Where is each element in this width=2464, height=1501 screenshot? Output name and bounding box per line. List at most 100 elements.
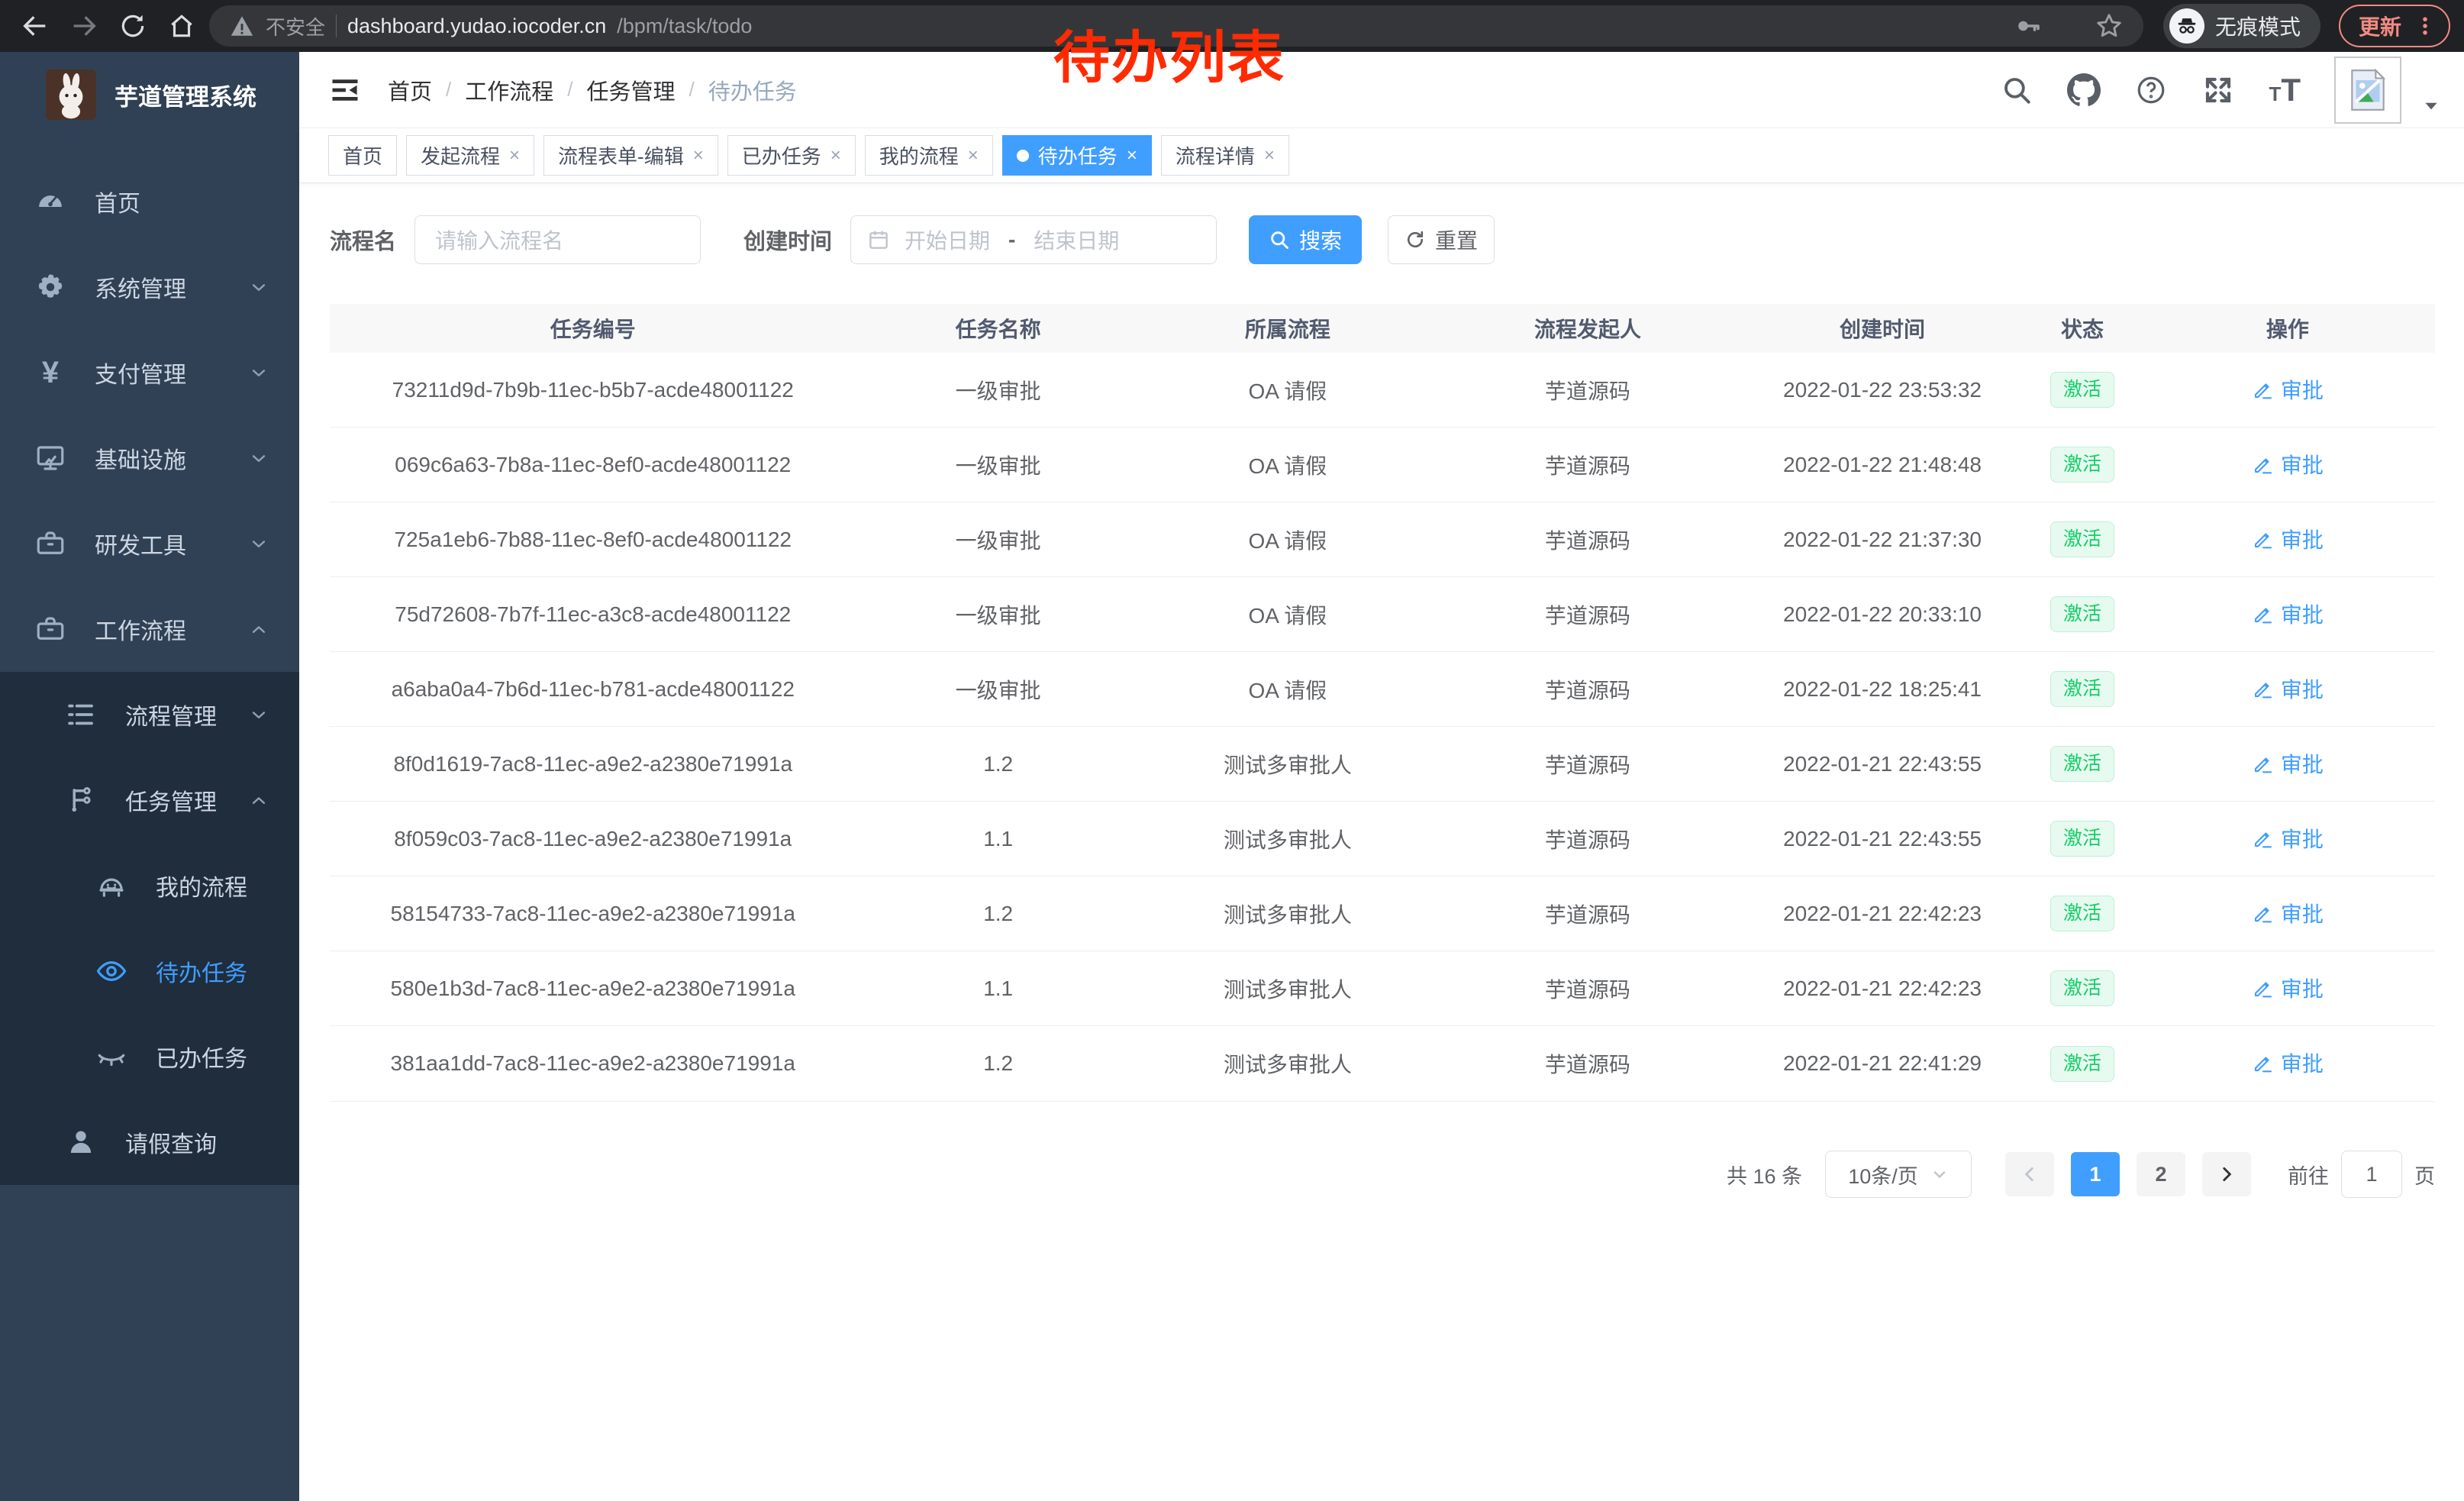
sidebar-item-5[interactable]: 工作流程 bbox=[0, 586, 299, 672]
chevron-up-icon bbox=[247, 789, 270, 812]
pagination: 共 16 条 10条/页 12 前往 1 页 bbox=[330, 1151, 2435, 1198]
edit-icon bbox=[2252, 827, 2275, 850]
yen-icon: ¥ bbox=[34, 356, 67, 389]
sidebar-item-8[interactable]: 我的流程 bbox=[0, 843, 299, 928]
page-button-2[interactable]: 2 bbox=[2137, 1152, 2185, 1196]
cell-time: 2022-01-22 18:25:41 bbox=[1740, 677, 2024, 702]
reload-icon[interactable] bbox=[111, 5, 154, 47]
date-range-input[interactable]: 开始日期 - 结束日期 bbox=[850, 215, 1217, 264]
caret-down-icon[interactable] bbox=[2421, 95, 2441, 115]
start-date-placeholder: 开始日期 bbox=[905, 224, 990, 255]
tab-6[interactable]: 流程详情× bbox=[1161, 135, 1289, 176]
cell-process: 测试多审批人 bbox=[1140, 973, 1435, 1004]
tab-close-icon[interactable]: × bbox=[830, 147, 841, 165]
approve-link[interactable]: 审批 bbox=[2252, 748, 2324, 779]
edit-icon bbox=[2252, 976, 2275, 999]
sidebar-item-3[interactable]: 基础设施 bbox=[0, 415, 299, 501]
process-name-input[interactable]: 请输入流程名 bbox=[414, 215, 701, 264]
sidebar-item-label: 系统管理 bbox=[95, 270, 186, 304]
sidebar-item-11[interactable]: 请假查询 bbox=[0, 1099, 299, 1185]
tab-3[interactable]: 已办任务× bbox=[727, 135, 856, 176]
avatar[interactable] bbox=[2334, 56, 2401, 124]
cell-starter: 芋道源码 bbox=[1435, 525, 1740, 555]
update-button[interactable]: 更新 bbox=[2339, 5, 2450, 47]
cell-starter: 芋道源码 bbox=[1435, 375, 1740, 405]
gear-icon bbox=[34, 270, 67, 304]
breadcrumb-item-0[interactable]: 首页 bbox=[388, 74, 432, 106]
tab-0[interactable]: 首页 bbox=[328, 135, 397, 176]
search-icon[interactable] bbox=[2000, 73, 2033, 107]
cell-id: a6aba0a4-7b6d-11ec-b781-acde48001122 bbox=[330, 677, 856, 702]
page-size-select[interactable]: 10条/页 bbox=[1825, 1151, 1972, 1198]
search-button[interactable]: 搜索 bbox=[1249, 215, 1362, 264]
breadcrumb-item-2[interactable]: 任务管理 bbox=[587, 74, 676, 106]
key-icon[interactable] bbox=[2015, 12, 2043, 40]
sidebar-item-1[interactable]: 系统管理 bbox=[0, 244, 299, 330]
tab-close-icon[interactable]: × bbox=[1127, 147, 1137, 165]
goto-page-input[interactable]: 1 bbox=[2341, 1151, 2402, 1198]
cell-time: 2022-01-22 23:53:32 bbox=[1740, 378, 2024, 402]
gauge-icon bbox=[34, 185, 67, 218]
tab-2[interactable]: 流程表单-编辑× bbox=[543, 135, 718, 176]
approve-label: 审批 bbox=[2281, 599, 2324, 629]
sidebar-item-6[interactable]: 流程管理 bbox=[0, 672, 299, 757]
sidebar-item-label: 流程管理 bbox=[125, 698, 217, 731]
cell-name: 一级审批 bbox=[856, 674, 1140, 705]
app-logo-row[interactable]: 芋道管理系统 bbox=[0, 52, 299, 137]
help-icon[interactable] bbox=[2134, 73, 2168, 107]
tab-label: 首页 bbox=[343, 141, 382, 169]
tab-close-icon[interactable]: × bbox=[509, 147, 520, 165]
sidebar-item-7[interactable]: 任务管理 bbox=[0, 757, 299, 843]
sidebar-item-10[interactable]: 已办任务 bbox=[0, 1014, 299, 1099]
tab-close-icon[interactable]: × bbox=[1264, 147, 1275, 165]
forward-icon[interactable] bbox=[63, 5, 105, 47]
approve-label: 审批 bbox=[2281, 449, 2324, 479]
table-row-6: 8f059c03-7ac8-11ec-a9e2-a2380e71991a1.1测… bbox=[330, 802, 2435, 876]
table-row-4: a6aba0a4-7b6d-11ec-b781-acde48001122一级审批… bbox=[330, 652, 2435, 727]
prev-page-button[interactable] bbox=[2005, 1152, 2054, 1196]
process-name-label: 流程名 bbox=[330, 224, 396, 256]
url-divider bbox=[336, 15, 337, 37]
calendar-icon bbox=[866, 228, 891, 252]
sidebar-collapse-icon[interactable] bbox=[328, 73, 362, 107]
tab-1[interactable]: 发起流程× bbox=[406, 135, 534, 176]
create-time-label: 创建时间 bbox=[743, 224, 832, 256]
cell-id: 725a1eb6-7b88-11ec-8ef0-acde48001122 bbox=[330, 528, 856, 552]
edit-icon bbox=[2252, 602, 2275, 625]
sidebar-item-label: 基础设施 bbox=[95, 441, 186, 475]
approve-link[interactable]: 审批 bbox=[2252, 1047, 2324, 1078]
page-button-1[interactable]: 1 bbox=[2071, 1152, 2120, 1196]
approve-link[interactable]: 审批 bbox=[2252, 898, 2324, 928]
browser-menu-icon[interactable] bbox=[2414, 15, 2437, 37]
tab-4[interactable]: 我的流程× bbox=[865, 135, 993, 176]
github-icon[interactable] bbox=[2067, 73, 2101, 107]
font-size-icon[interactable]: TT bbox=[2269, 72, 2301, 108]
tab-5[interactable]: 待办任务× bbox=[1002, 135, 1152, 176]
approve-link[interactable]: 审批 bbox=[2252, 449, 2324, 479]
star-icon[interactable] bbox=[2095, 11, 2124, 40]
next-page-button[interactable] bbox=[2202, 1152, 2251, 1196]
back-icon[interactable] bbox=[14, 5, 56, 47]
fullscreen-icon[interactable] bbox=[2201, 73, 2235, 107]
refresh-icon bbox=[1405, 229, 1426, 250]
sidebar-item-4[interactable]: 研发工具 bbox=[0, 501, 299, 586]
approve-link[interactable]: 审批 bbox=[2252, 524, 2324, 554]
tab-close-icon[interactable]: × bbox=[968, 147, 979, 165]
cell-time: 2022-01-21 22:43:55 bbox=[1740, 827, 2024, 851]
approve-link[interactable]: 审批 bbox=[2252, 973, 2324, 1003]
cell-name: 一级审批 bbox=[856, 525, 1140, 555]
edit-icon bbox=[2252, 528, 2275, 550]
home-icon[interactable] bbox=[160, 5, 203, 47]
approve-link[interactable]: 审批 bbox=[2252, 673, 2324, 704]
reset-button[interactable]: 重置 bbox=[1388, 215, 1495, 264]
breadcrumb-separator: / bbox=[567, 78, 572, 102]
approve-link[interactable]: 审批 bbox=[2252, 823, 2324, 854]
sidebar-item-0[interactable]: 首页 bbox=[0, 159, 299, 244]
tab-close-icon[interactable]: × bbox=[693, 147, 704, 165]
approve-link[interactable]: 审批 bbox=[2252, 374, 2324, 405]
cell-starter: 芋道源码 bbox=[1435, 973, 1740, 1004]
sidebar-item-9[interactable]: 待办任务 bbox=[0, 928, 299, 1014]
breadcrumb-item-1[interactable]: 工作流程 bbox=[465, 74, 553, 106]
approve-link[interactable]: 审批 bbox=[2252, 599, 2324, 629]
sidebar-item-2[interactable]: ¥支付管理 bbox=[0, 330, 299, 415]
